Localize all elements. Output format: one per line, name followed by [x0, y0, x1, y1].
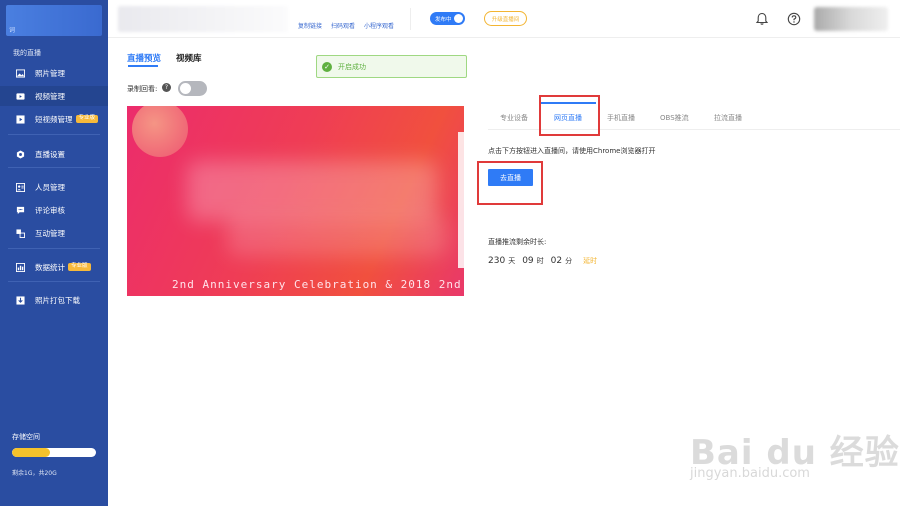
storage-progress-bar	[12, 448, 96, 457]
sidebar-divider	[8, 134, 100, 135]
record-playback-label: 录制回看:	[127, 85, 158, 93]
bell-icon[interactable]	[754, 11, 769, 26]
days-value: 230	[488, 256, 506, 266]
storage-label: 存储空间	[12, 433, 40, 441]
sidebar-item-label: 人员管理	[35, 182, 65, 192]
storage-text: 剩余1G，共20G	[12, 470, 57, 477]
remaining-countdown: 230 天 09 时 02 分 延时	[488, 256, 597, 266]
tab-pull-stream[interactable]: 拉流直播	[714, 113, 742, 123]
sidebar-item-label: 评论审核	[35, 205, 65, 215]
sidebar-item-live-settings[interactable]: 直播设置	[0, 144, 108, 164]
toggle-knob	[454, 14, 463, 23]
tab-obs-push[interactable]: OBS推流	[660, 113, 689, 123]
top-header: 复制链接 扫码观看 小程序观看 发布中 升级直播间	[108, 0, 900, 38]
minutes-unit: 分	[565, 257, 573, 265]
extend-time-link[interactable]: 延时	[583, 256, 597, 266]
mini-program-watch-link[interactable]: 小程序观看	[364, 21, 394, 30]
sidebar-divider	[8, 248, 100, 249]
hours-value: 09	[522, 256, 534, 266]
blurred-content	[187, 161, 437, 221]
toast-text: 开启成功	[338, 62, 366, 71]
sidebar-item-videos[interactable]: 视频管理	[0, 86, 108, 106]
scan-to-watch-link[interactable]: 扫码观看	[331, 21, 355, 30]
remaining-duration-label: 直播推流剩余时长:	[488, 238, 547, 246]
sidebar-item-photos[interactable]: 照片管理	[0, 63, 108, 83]
sidebar: 词 我的直播 照片管理 视频管理 短视频管理 专业版 直播设置 人员管理 评论审…	[0, 0, 108, 506]
sidebar-divider	[8, 281, 100, 282]
sidebar-item-comments[interactable]: 评论审核	[0, 200, 108, 220]
help-icon[interactable]	[786, 11, 801, 26]
tab-mobile-live[interactable]: 手机直播	[607, 113, 635, 123]
sidebar-item-interaction[interactable]: 互动管理	[0, 223, 108, 243]
user-avatar[interactable]	[814, 7, 888, 31]
video-icon	[16, 92, 25, 101]
decorative-circle	[132, 106, 188, 157]
live-room-title	[118, 6, 288, 32]
sidebar-divider	[8, 167, 100, 168]
header-divider	[410, 8, 411, 30]
minutes-value: 02	[550, 256, 563, 266]
pro-badge: 专业版	[75, 115, 99, 123]
pro-badge: 专业版	[68, 263, 91, 271]
sidebar-item-photo-download[interactable]: 照片打包下载	[0, 290, 108, 310]
preview-edge	[458, 132, 464, 268]
blurred-content	[227, 216, 447, 256]
image-icon	[16, 68, 25, 78]
live-preview-image: 2nd Anniversary Celebration & 2018 2nd Q	[127, 106, 464, 296]
comment-icon	[16, 206, 25, 215]
sidebar-item-label: 互动管理	[35, 228, 65, 238]
hours-unit: 时	[536, 257, 544, 265]
sidebar-item-short-videos[interactable]: 短视频管理 专业版	[0, 109, 108, 129]
preview-banner-text: 2nd Anniversary Celebration & 2018 2nd Q	[172, 278, 464, 291]
record-playback-toggle[interactable]	[178, 81, 207, 96]
film-icon	[16, 114, 25, 124]
toggle-knob	[180, 83, 191, 94]
logo[interactable]: 词	[6, 5, 102, 36]
upgrade-button[interactable]: 升级直播间	[484, 11, 527, 26]
chart-icon	[16, 262, 25, 272]
highlight-box-button	[477, 161, 543, 205]
check-icon: ✓	[322, 61, 332, 72]
sidebar-section-title: 我的直播	[13, 49, 41, 57]
publish-status-label: 发布中	[435, 16, 452, 23]
storage-progress-fill	[12, 448, 50, 457]
settings-icon	[16, 149, 25, 159]
tab-video-library[interactable]: 视频库	[176, 52, 202, 64]
highlight-box-tab	[539, 95, 600, 136]
sidebar-item-label: 照片管理	[35, 68, 65, 78]
interact-icon	[16, 228, 25, 238]
sidebar-item-label: 短视频管理	[35, 114, 73, 124]
download-icon	[16, 295, 25, 305]
logo-glyph: 词	[9, 27, 16, 34]
publish-status-toggle[interactable]: 发布中	[430, 12, 465, 25]
sidebar-item-label: 数据统计	[35, 262, 65, 272]
sidebar-item-statistics[interactable]: 数据统计 专业版	[0, 257, 108, 277]
tab-live-preview[interactable]: 直播预览	[127, 52, 161, 64]
web-live-hint: 点击下方按钮进入直播间，请使用Chrome浏览器打开	[488, 147, 656, 155]
people-icon	[16, 182, 25, 192]
copy-link[interactable]: 复制链接	[298, 21, 322, 30]
tab-pro-device[interactable]: 专业设备	[500, 113, 528, 123]
active-tab-underline	[128, 65, 158, 67]
baidu-watermark-url: jingyan.baidu.com	[690, 466, 810, 481]
share-links: 复制链接 扫码观看 小程序观看	[298, 21, 394, 30]
days-unit: 天	[508, 257, 516, 265]
sidebar-item-label: 照片打包下载	[35, 295, 80, 305]
sidebar-item-label: 直播设置	[35, 149, 65, 159]
sidebar-item-label: 视频管理	[35, 91, 65, 101]
success-toast: ✓ 开启成功	[316, 55, 467, 78]
sidebar-item-people[interactable]: 人员管理	[0, 177, 108, 197]
help-icon[interactable]: ?	[162, 83, 171, 92]
